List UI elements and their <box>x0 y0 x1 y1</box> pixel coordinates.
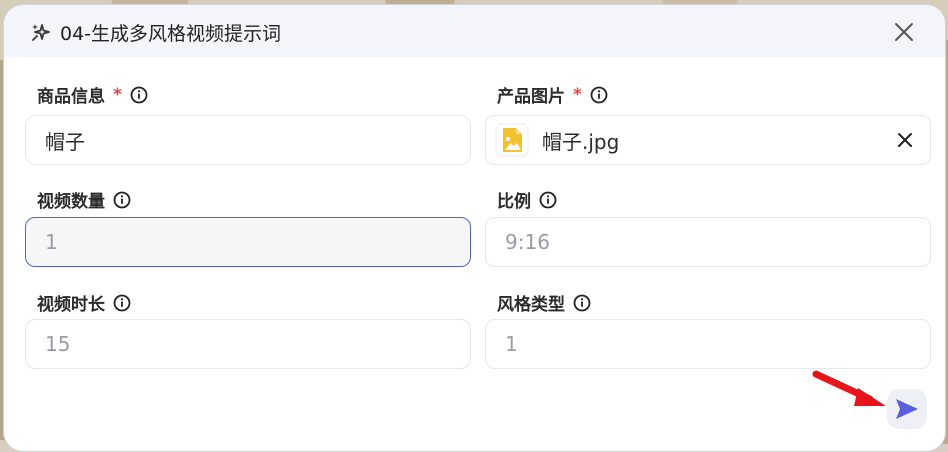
info-icon[interactable] <box>573 294 591 312</box>
ratio-input[interactable]: 9:16 <box>485 217 931 267</box>
info-icon[interactable] <box>113 294 131 312</box>
video-duration-input[interactable]: 15 <box>25 319 471 369</box>
video-count-input[interactable]: 1 <box>25 217 471 267</box>
image-file-icon <box>495 123 529 157</box>
workflow-dialog: 04-生成多风格视频提示词 商品信息 * 帽子 产品图片 * 帽子.jpg 视频… <box>3 4 946 452</box>
required-marker: * <box>113 84 122 105</box>
close-icon[interactable] <box>893 21 915 43</box>
style-type-input[interactable]: 1 <box>485 319 931 369</box>
video-duration-label: 视频时长 <box>37 290 131 315</box>
remove-file-icon[interactable] <box>896 131 914 149</box>
video-count-label: 视频数量 <box>37 187 131 212</box>
product-image-label: 产品图片 * <box>497 82 608 107</box>
info-icon[interactable] <box>113 191 131 209</box>
dialog-title: 04-生成多风格视频提示词 <box>60 23 282 45</box>
product-info-label: 商品信息 * <box>37 82 148 107</box>
product-image-upload[interactable]: 帽子.jpg <box>485 115 931 165</box>
info-icon[interactable] <box>590 86 608 104</box>
info-icon[interactable] <box>539 191 557 209</box>
annotation-arrow-icon <box>812 370 886 406</box>
info-icon[interactable] <box>130 86 148 104</box>
style-type-label: 风格类型 <box>497 290 591 315</box>
send-button[interactable] <box>887 389 927 429</box>
dialog-header: 04-生成多风格视频提示词 <box>4 5 945 57</box>
product-info-input[interactable]: 帽子 <box>25 115 471 165</box>
required-marker: * <box>573 84 582 105</box>
ratio-label: 比例 <box>497 187 557 212</box>
sparkle-icon <box>32 24 50 41</box>
file-name: 帽子.jpg <box>542 129 620 154</box>
send-icon <box>896 399 918 419</box>
